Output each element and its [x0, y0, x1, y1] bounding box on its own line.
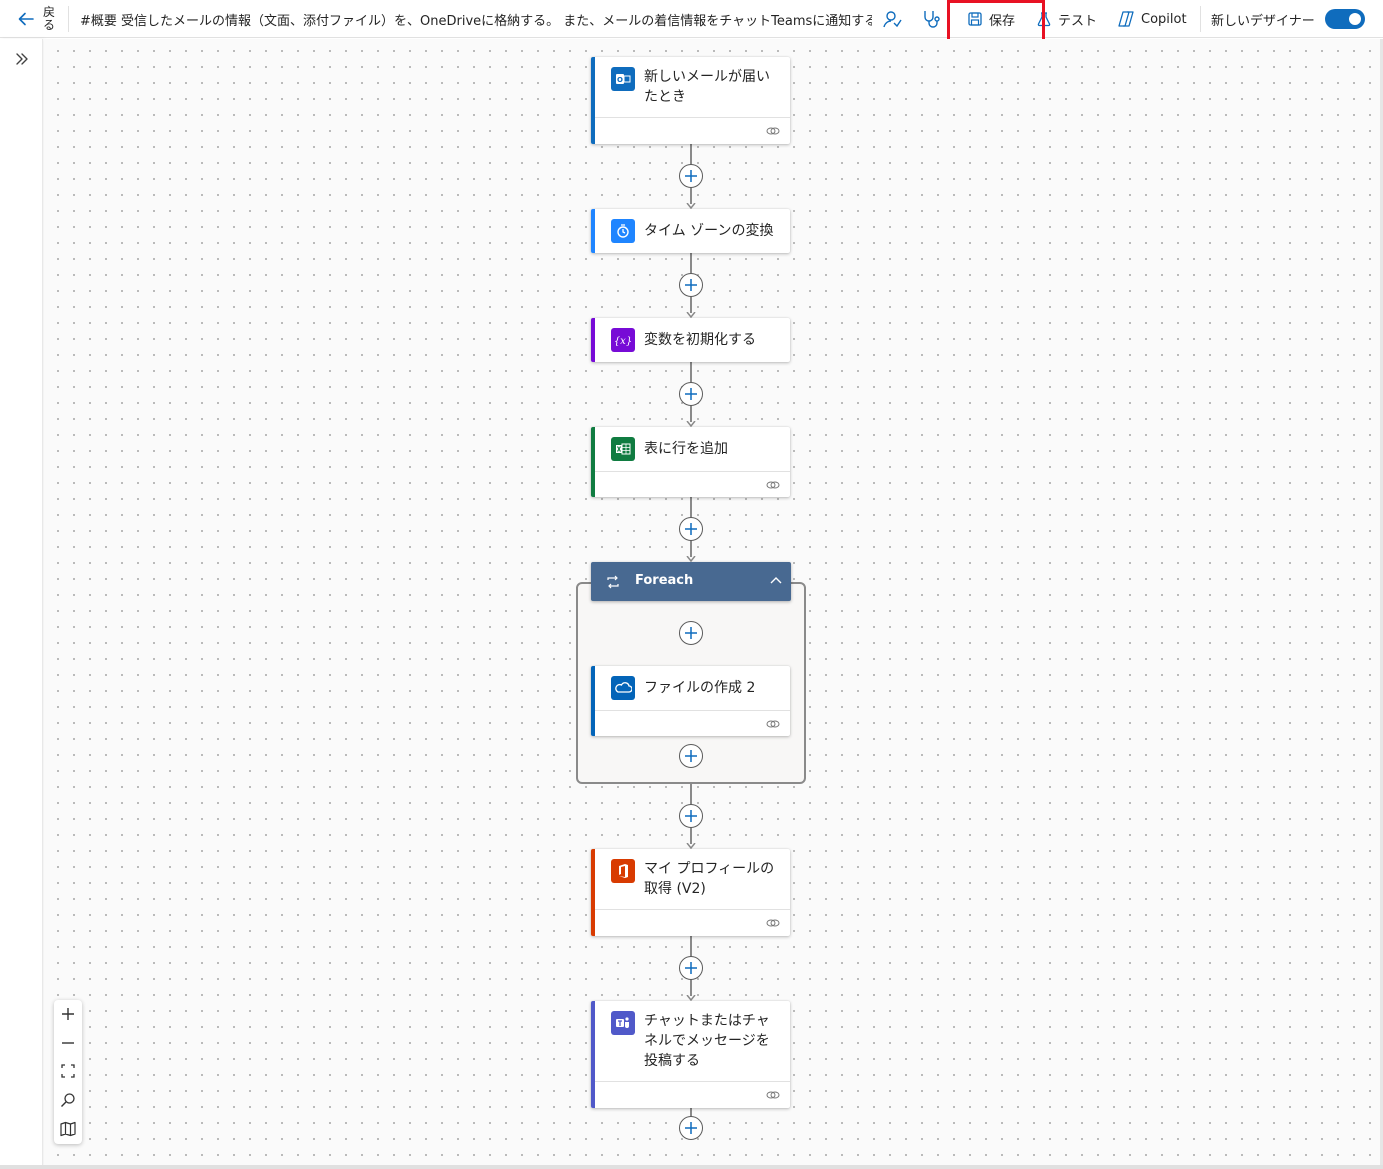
insert-step-button[interactable]: [679, 1116, 703, 1140]
card-title: 表に行を追加: [644, 441, 728, 457]
plus-icon: [685, 810, 697, 822]
link-icon[interactable]: [766, 125, 780, 137]
chevron-up-icon[interactable]: [769, 574, 783, 588]
toolbar: 戻る #概要 受信したメールの情報（文面、添付ファイル）を、OneDriveに格…: [0, 0, 1383, 38]
link-icon[interactable]: [766, 1089, 780, 1101]
search-icon: [61, 1093, 75, 1107]
zoom-controls: [54, 1000, 82, 1144]
teams-icon: [611, 1011, 635, 1035]
flask-icon: [1037, 12, 1051, 27]
card-footer: [595, 117, 790, 143]
link-icon[interactable]: [766, 718, 780, 730]
card-footer: [595, 471, 790, 497]
action-card-convert-timezone[interactable]: タイム ゾーンの変換: [591, 209, 790, 253]
action-card-add-row[interactable]: 表に行を追加: [591, 427, 790, 497]
card-footer: [595, 909, 790, 935]
save-icon: [968, 12, 982, 26]
excel-icon: [611, 437, 635, 461]
foreach-header[interactable]: Foreach: [591, 562, 791, 601]
link-icon[interactable]: [766, 479, 780, 491]
plus-icon: [685, 962, 697, 974]
action-card-post-message[interactable]: チャットまたはチャネルでメッセージを投稿する: [591, 1001, 790, 1108]
plus-icon: [685, 627, 697, 639]
insert-step-button[interactable]: [679, 744, 703, 768]
chevron-double-right-icon[interactable]: [12, 49, 32, 69]
card-title: 新しいメールが届いたとき: [644, 69, 770, 105]
plus-icon: [685, 279, 697, 291]
card-title: 変数を初期化する: [644, 332, 756, 348]
toolbar-divider: [68, 6, 69, 32]
test-button[interactable]: テスト: [1036, 7, 1097, 31]
zoom-out-button[interactable]: [54, 1029, 82, 1057]
new-designer-toggle[interactable]: 新しいデザイナー: [1211, 7, 1365, 31]
map-icon: [60, 1121, 76, 1137]
new-designer-label: 新しいデザイナー: [1211, 13, 1315, 29]
outlook-icon: O: [611, 67, 635, 91]
action-card-get-profile[interactable]: マイ プロフィールの取得 (V2): [591, 849, 790, 936]
save-label: 保存: [989, 13, 1016, 29]
insert-step-button[interactable]: [679, 621, 703, 645]
card-title: ファイルの作成 2: [644, 680, 756, 696]
clock-icon: [611, 219, 635, 243]
svg-text:{x}: {x}: [614, 336, 632, 347]
left-rail: [0, 39, 43, 1167]
fit-view-button[interactable]: [54, 1057, 82, 1085]
card-accent: [591, 318, 595, 362]
flow-title[interactable]: #概要 受信したメールの情報（文面、添付ファイル）を、OneDriveに格納する…: [80, 10, 872, 28]
card-title: タイム ゾーンの変換: [644, 223, 774, 239]
svg-text:O: O: [617, 76, 623, 84]
plus-icon: [685, 388, 697, 400]
back-label: 戻る: [43, 5, 56, 32]
minus-icon: [62, 1042, 74, 1044]
plus-icon: [685, 750, 697, 762]
copilot-icon: [1118, 11, 1134, 27]
arrow-left-icon: [18, 12, 34, 26]
zoom-in-button[interactable]: [54, 1000, 82, 1028]
loop-icon: [607, 575, 619, 589]
copilot-label: Copilot: [1141, 11, 1187, 27]
plus-icon: [62, 1008, 74, 1020]
card-title: チャットまたはチャネルでメッセージを投稿する: [644, 1013, 770, 1069]
insert-step-button[interactable]: [679, 804, 703, 828]
card-footer: [595, 1081, 790, 1107]
save-button[interactable]: 保存: [967, 7, 1015, 31]
fit-view-icon: [61, 1064, 75, 1078]
plus-icon: [685, 1122, 697, 1134]
toolbar-divider: [1200, 6, 1201, 32]
insert-step-button[interactable]: [679, 382, 703, 406]
trigger-card-new-email[interactable]: O 新しいメールが届いたとき: [591, 57, 790, 144]
insert-step-button[interactable]: [679, 956, 703, 980]
card-footer: [595, 710, 790, 736]
card-accent: [591, 209, 595, 253]
action-card-initialize-variable[interactable]: {x} 変数を初期化する: [591, 318, 790, 362]
flow-checker-icon[interactable]: [881, 8, 903, 30]
variable-icon: {x}: [611, 328, 635, 352]
back-button[interactable]: 戻る: [6, 3, 66, 35]
card-title: マイ プロフィールの取得 (V2): [644, 861, 775, 897]
insert-step-button[interactable]: [679, 517, 703, 541]
copilot-button[interactable]: Copilot: [1117, 7, 1187, 31]
canvas-bottom-edge: [0, 1165, 1383, 1169]
action-card-create-file[interactable]: ファイルの作成 2: [591, 666, 790, 736]
search-button[interactable]: [54, 1086, 82, 1114]
toggle-switch[interactable]: [1324, 9, 1365, 29]
office365-icon: [611, 859, 635, 883]
plus-icon: [685, 523, 697, 535]
stethoscope-icon[interactable]: [920, 8, 942, 30]
plus-icon: [685, 170, 697, 182]
foreach-title: Foreach: [635, 573, 694, 588]
minimap-button[interactable]: [54, 1115, 82, 1143]
insert-step-button[interactable]: [679, 273, 703, 297]
test-label: テスト: [1058, 13, 1098, 29]
insert-step-button[interactable]: [679, 164, 703, 188]
link-icon[interactable]: [766, 917, 780, 929]
onedrive-icon: [611, 676, 635, 700]
